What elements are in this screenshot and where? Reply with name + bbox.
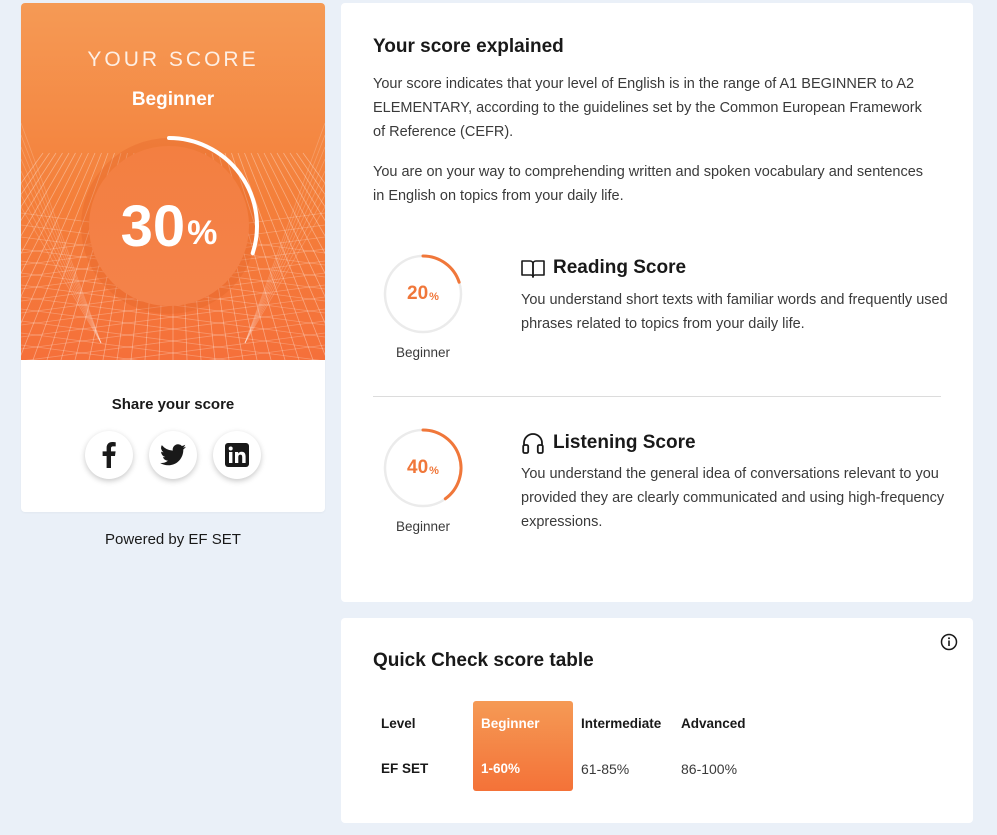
book-icon (521, 260, 545, 278)
reading-score-title: Reading Score (553, 257, 687, 278)
score-level: Beginner (131, 89, 215, 110)
table-range-intermediate: 61-85% (581, 761, 630, 777)
share-label: Share your score (111, 396, 235, 413)
powered-by: Powered by EF SET (105, 531, 241, 548)
share-buttons (21, 431, 325, 479)
twitter-share-button[interactable] (149, 431, 197, 479)
listening-score-number: 40 (407, 457, 429, 478)
facebook-icon (102, 442, 116, 468)
table-level-beginner: Beginner (481, 716, 540, 731)
linkedin-icon (225, 443, 249, 467)
reading-score-level: Beginner (395, 345, 451, 360)
reading-score-value: 20% (382, 253, 464, 335)
score-label: YOUR SCORE (87, 48, 259, 71)
listening-score-value: 40% (382, 427, 464, 509)
reading-score-percent: % (429, 291, 439, 303)
info-icon[interactable] (940, 633, 958, 651)
listening-score-level: Beginner (395, 519, 451, 534)
explained-paragraph-2: You are on your way to comprehending wri… (373, 164, 924, 204)
overall-score-value: 30% (79, 136, 259, 316)
explained-paragraph-1: Your score indicates that your level of … (373, 76, 922, 140)
score-table-title: Quick Check score table (373, 650, 594, 671)
score-card: YOUR SCORE Beginner 30% Share your score (21, 3, 325, 512)
headphones-icon (522, 433, 544, 454)
reading-score-description: You understand short texts with familiar… (521, 292, 948, 332)
table-level-advanced: Advanced (681, 716, 746, 731)
score-table-card: Quick Check score table Level EF SET Beg… (341, 618, 973, 823)
facebook-share-button[interactable] (85, 431, 133, 479)
twitter-icon (160, 444, 186, 466)
table-level-intermediate: Intermediate (581, 716, 662, 731)
table-range-beginner: 1-60% (481, 761, 521, 776)
row-header-level: Level (381, 716, 416, 731)
explained-title: Your score explained (373, 36, 564, 57)
reading-score-section: 20% Beginner Reading Score You understan… (341, 253, 973, 373)
overall-score-number: 30 (120, 193, 186, 259)
beginner-highlight (473, 701, 573, 791)
listening-score-percent: % (429, 465, 439, 477)
listening-score-heading: Listening Score (521, 431, 696, 455)
reading-score-heading: Reading Score (521, 257, 686, 279)
listening-score-description: You understand the general idea of conve… (521, 466, 945, 530)
listening-score-section: 40% Beginner Listening Score You underst… (341, 427, 973, 547)
listening-score-title: Listening Score (553, 432, 696, 453)
row-header-efset: EF SET (381, 761, 429, 776)
overall-score-percent: % (187, 213, 218, 252)
table-range-advanced: 86-100% (681, 761, 738, 777)
reading-score-number: 20 (407, 283, 429, 304)
section-divider (373, 396, 941, 397)
score-hero: YOUR SCORE Beginner 30% (21, 3, 325, 360)
linkedin-share-button[interactable] (213, 431, 261, 479)
score-explained-card: Your score explained Your score indicate… (341, 3, 973, 602)
